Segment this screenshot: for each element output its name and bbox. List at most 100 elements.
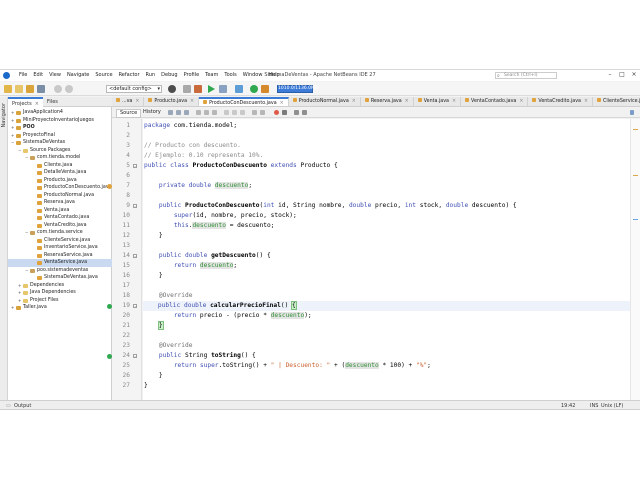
editor-tab[interactable]: Reserva.java × — [361, 97, 414, 106]
menu-item-run[interactable]: Run — [143, 71, 159, 80]
minimize-icon[interactable]: – — [604, 71, 616, 79]
menu-item-tools[interactable]: Tools — [221, 71, 239, 80]
clean-build-icon[interactable] — [194, 85, 202, 93]
expand-icon[interactable]: + — [11, 132, 14, 140]
close-icon[interactable]: × — [135, 99, 139, 104]
expand-icon[interactable]: + — [11, 109, 14, 117]
apply-code-icon[interactable] — [261, 85, 269, 93]
close-icon[interactable]: × — [35, 101, 39, 107]
close-icon[interactable]: × — [190, 99, 194, 104]
tree-item[interactable]: Venta.java — [8, 207, 112, 215]
fold-toggle-icon[interactable]: − — [133, 204, 137, 208]
tree-item[interactable]: InventarioService.java — [8, 244, 112, 252]
menu-item-profile[interactable]: Profile — [181, 71, 203, 80]
tree-item[interactable]: + Dependencies — [8, 282, 112, 290]
tree-item[interactable]: + MiniProyectoInventarioJuegos — [8, 117, 112, 125]
expand-icon[interactable]: + — [18, 289, 21, 297]
close-icon[interactable]: × — [352, 99, 356, 104]
expand-icon[interactable]: + — [11, 304, 14, 312]
collapse-icon[interactable]: − — [25, 154, 28, 162]
override-icon[interactable] — [107, 354, 112, 359]
build-icon[interactable] — [183, 85, 191, 93]
tree-item[interactable]: − Source Packages — [8, 147, 112, 155]
menu-item-file[interactable]: File — [16, 71, 30, 80]
close-icon[interactable]: × — [452, 99, 456, 104]
menu-item-help[interactable]: Help — [265, 71, 282, 80]
expand-icon[interactable]: + — [11, 124, 14, 132]
tree-item[interactable]: ReservaService.java — [8, 252, 112, 260]
tree-item[interactable]: − com.tienda.service — [8, 229, 112, 237]
menu-item-view[interactable]: View — [46, 71, 64, 80]
editor-scrollbar[interactable] — [630, 119, 640, 400]
fold-toggle-icon[interactable]: − — [133, 354, 137, 358]
fold-toggle-icon[interactable]: − — [133, 164, 137, 168]
tab-source[interactable]: Source — [116, 109, 142, 118]
tree-item[interactable]: + ProyectoFinal — [8, 132, 112, 140]
collapse-icon[interactable]: − — [25, 229, 28, 237]
tab-history[interactable]: History — [140, 109, 164, 116]
tree-item[interactable]: ClienteService.java — [8, 237, 112, 245]
editor-tab[interactable]: Producto.java × — [144, 97, 200, 106]
expand-icon[interactable]: + — [18, 282, 21, 290]
tab-projects[interactable]: Projects × — [8, 97, 43, 107]
tree-item[interactable]: − poo.sistemadeventas — [8, 267, 112, 275]
output-tab[interactable]: Output — [14, 403, 31, 409]
hint-bulb-icon[interactable] — [107, 184, 112, 189]
tree-item[interactable]: − SistemaDeVentas — [8, 139, 112, 147]
maximize-icon[interactable]: □ — [616, 71, 628, 79]
new-file-icon[interactable] — [15, 85, 23, 93]
tree-item[interactable]: + Taller.java — [8, 304, 112, 312]
memory-usage-bar[interactable]: 1010.0/1136.0MB — [277, 85, 318, 93]
menu-item-source[interactable]: Source — [92, 71, 115, 80]
tree-item[interactable]: VentaContado.java — [8, 214, 112, 222]
editor-tab[interactable]: VentaCredito.java × — [528, 97, 594, 106]
search-input[interactable]: ⌕ Search (Ctrl+I) — [495, 72, 557, 79]
tree-item[interactable]: − com.tienda.model — [8, 154, 112, 162]
target-icon[interactable] — [168, 85, 176, 93]
find-previous-icon[interactable] — [196, 110, 201, 115]
navigator-label[interactable]: Navigator — [1, 103, 7, 127]
open-project-icon[interactable] — [26, 85, 34, 93]
tree-item[interactable]: VentaCredito.java — [8, 222, 112, 230]
menu-item-team[interactable]: Team — [202, 71, 221, 80]
menu-item-refactor[interactable]: Refactor — [116, 71, 143, 80]
tree-item[interactable]: + JavaApplication4 — [8, 109, 112, 117]
profile-icon[interactable] — [235, 85, 243, 93]
tree-item[interactable]: + Java Dependencies — [8, 289, 112, 297]
uncomment-icon[interactable] — [302, 110, 307, 115]
find-next-icon[interactable] — [204, 110, 209, 115]
last-edit-icon[interactable] — [168, 110, 173, 115]
output-icon[interactable]: ▭ — [6, 403, 11, 409]
close-icon[interactable]: × — [280, 101, 284, 106]
close-icon[interactable]: × — [519, 99, 523, 104]
tree-item[interactable]: Producto.java — [8, 177, 112, 185]
tree-item[interactable]: SistemaDeVentas.java — [8, 274, 112, 282]
editor-tab[interactable]: ProductoConDescuento.java × — [199, 97, 289, 106]
shift-right-icon[interactable] — [260, 110, 265, 115]
tab-files[interactable]: Files — [43, 97, 62, 107]
collapse-icon[interactable]: − — [11, 139, 14, 147]
expand-icon[interactable]: + — [18, 297, 21, 305]
comment-icon[interactable] — [294, 110, 299, 115]
redo-icon[interactable] — [65, 85, 73, 93]
tree-item[interactable]: Reserva.java — [8, 199, 112, 207]
close-icon[interactable]: × — [405, 99, 409, 104]
editor-tab[interactable]: ProductoNormal.java × — [289, 97, 361, 106]
start-macro-icon[interactable] — [274, 110, 279, 115]
collapse-icon[interactable]: − — [25, 267, 28, 275]
tree-item[interactable]: + Project Files — [8, 297, 112, 305]
split-editor-icon[interactable] — [630, 110, 634, 115]
toggle-bookmark-icon[interactable] — [224, 110, 229, 115]
toggle-highlight-icon[interactable] — [212, 110, 217, 115]
next-bookmark-icon[interactable] — [240, 110, 245, 115]
forward-icon[interactable] — [184, 110, 189, 115]
tree-item[interactable]: Cliente.java — [8, 162, 112, 170]
tree-item[interactable]: VentaService.java — [8, 259, 112, 267]
undo-icon[interactable] — [54, 85, 62, 93]
shift-left-icon[interactable] — [252, 110, 257, 115]
run-icon[interactable] — [208, 85, 215, 93]
stop-macro-icon[interactable] — [282, 110, 287, 115]
menu-item-edit[interactable]: Edit — [30, 71, 46, 80]
tree-item[interactable]: ProductoConDescuento.java — [8, 184, 112, 192]
close-icon[interactable]: × — [584, 99, 588, 104]
